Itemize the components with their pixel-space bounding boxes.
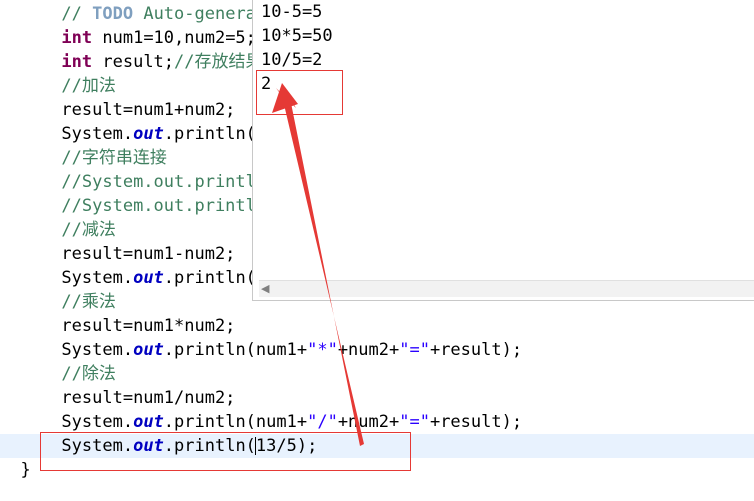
chevron-left-icon[interactable]: ◀ xyxy=(261,282,269,295)
code-token: .println(num1+ xyxy=(163,340,308,360)
code-line[interactable]: System.out.println(num1+"/"+num2+"="+res… xyxy=(0,410,754,434)
code-token: .println(num1+ xyxy=(163,412,308,432)
code-token: num1=10,num2=5; xyxy=(92,28,256,48)
code-token: "=" xyxy=(399,412,430,432)
code-token: result=num1-num2; xyxy=(61,244,236,264)
code-token: out xyxy=(133,340,164,360)
code-token: out xyxy=(133,268,164,288)
code-token: System. xyxy=(61,268,134,288)
code-token: result=num1*num2; xyxy=(61,316,236,336)
console-output-line: 10/5=2 xyxy=(261,50,323,70)
code-line[interactable]: result=num1/num2; xyxy=(0,386,754,410)
code-token: "*" xyxy=(307,340,338,360)
code-token: "/" xyxy=(307,412,338,432)
code-token: +result); xyxy=(429,412,523,432)
code-token: result=num1+num2; xyxy=(61,100,236,120)
code-token: } xyxy=(20,460,31,480)
code-token: result=num1/num2; xyxy=(61,388,236,408)
console-panel[interactable]: 10-5=5 10*5=50 10/5=2 2 ◀ xyxy=(252,0,754,301)
code-token: +result); xyxy=(429,340,523,360)
code-token: System. xyxy=(61,412,134,432)
code-token: int xyxy=(61,28,93,48)
console-output-line: 10*5=50 xyxy=(261,26,333,46)
code-token: +num2+ xyxy=(337,340,400,360)
code-token: //减法 xyxy=(61,220,116,240)
code-line[interactable]: System.out.println(num1+"*"+num2+"="+res… xyxy=(0,338,754,362)
console-highlight-box xyxy=(256,70,343,115)
code-token: +num2+ xyxy=(337,412,400,432)
code-token: //存放结果 xyxy=(174,52,263,72)
console-output-line: 10-5=5 xyxy=(261,2,323,22)
code-token: "=" xyxy=(399,340,430,360)
code-token: TODO xyxy=(92,4,134,24)
code-token: //加法 xyxy=(61,76,116,96)
code-token: out xyxy=(133,124,164,144)
code-highlight-box xyxy=(40,432,411,471)
code-token: //乘法 xyxy=(61,292,116,312)
console-horizontal-scrollbar[interactable]: ◀ xyxy=(259,280,754,297)
code-line[interactable]: result=num1*num2; xyxy=(0,314,754,338)
code-token: // xyxy=(61,4,93,24)
code-token: result; xyxy=(92,52,175,72)
code-line[interactable]: //除法 xyxy=(0,362,754,386)
code-token: System. xyxy=(61,124,134,144)
code-token: //除法 xyxy=(61,364,116,384)
code-token: int xyxy=(61,52,93,72)
code-token: System. xyxy=(61,340,134,360)
code-token: out xyxy=(133,412,164,432)
code-token: //字符串连接 xyxy=(61,148,167,168)
